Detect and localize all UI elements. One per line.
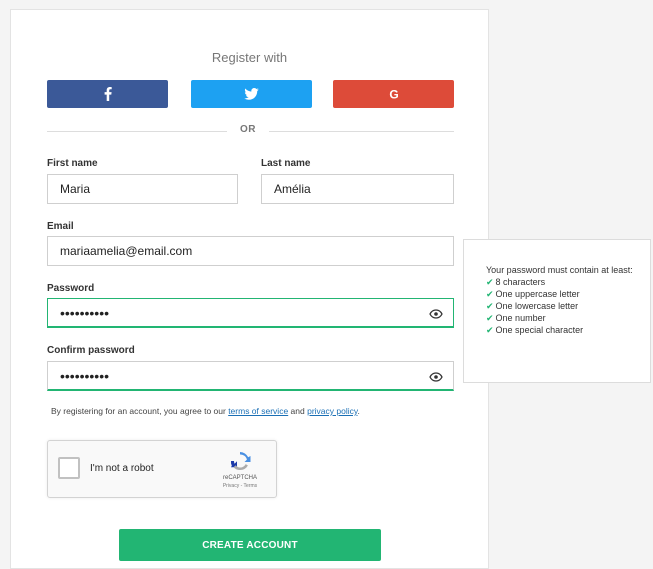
terms-and: and bbox=[288, 406, 308, 416]
email-label: Email bbox=[47, 221, 74, 232]
recaptcha-logo-icon bbox=[230, 452, 251, 471]
first-name-label: First name bbox=[47, 158, 98, 169]
list-item: ✔ One lowercase letter bbox=[486, 300, 650, 312]
password-requirements-tooltip: Your password must contain at least: ✔ 8 … bbox=[463, 239, 651, 383]
last-name-input[interactable] bbox=[261, 174, 454, 204]
svg-text:G: G bbox=[389, 88, 398, 100]
confirm-password-label: Confirm password bbox=[47, 345, 135, 356]
check-icon: ✔ bbox=[486, 325, 494, 335]
facebook-icon bbox=[104, 87, 112, 101]
terms-text: By registering for an account, you agree… bbox=[51, 406, 360, 416]
google-icon: G bbox=[389, 88, 398, 100]
password-input[interactable] bbox=[47, 298, 454, 328]
requirement-text: One lowercase letter bbox=[495, 301, 579, 311]
list-item: ✔ One special character bbox=[486, 324, 650, 336]
recaptcha-checkbox[interactable] bbox=[58, 457, 80, 479]
eye-icon[interactable] bbox=[429, 309, 443, 319]
recaptcha-label: I'm not a robot bbox=[90, 463, 154, 474]
divider-or: OR bbox=[240, 124, 256, 135]
recaptcha-privacy-terms[interactable]: Privacy - Terms bbox=[208, 483, 272, 489]
terms-prefix: By registering for an account, you agree… bbox=[51, 406, 229, 416]
requirement-text: One uppercase letter bbox=[495, 289, 580, 299]
divider-right bbox=[269, 131, 454, 132]
password-requirements-heading: Your password must contain at least: bbox=[486, 265, 633, 275]
requirement-text: 8 characters bbox=[495, 277, 546, 287]
requirement-text: One number bbox=[495, 313, 546, 323]
check-icon: ✔ bbox=[486, 289, 494, 299]
list-item: ✔ One number bbox=[486, 312, 650, 324]
first-name-input[interactable] bbox=[47, 174, 238, 204]
eye-icon[interactable] bbox=[429, 372, 443, 382]
privacy-policy-link[interactable]: privacy policy bbox=[307, 406, 357, 416]
twitter-button[interactable] bbox=[191, 80, 312, 108]
terms-of-service-link[interactable]: terms of service bbox=[228, 406, 288, 416]
check-icon: ✔ bbox=[486, 313, 494, 323]
google-button[interactable]: G bbox=[333, 80, 454, 108]
check-icon: ✔ bbox=[486, 277, 494, 287]
email-input[interactable] bbox=[47, 236, 454, 266]
terms-suffix: . bbox=[357, 406, 360, 416]
list-item: ✔ One uppercase letter bbox=[486, 288, 650, 300]
check-icon: ✔ bbox=[486, 301, 494, 311]
last-name-label: Last name bbox=[261, 158, 311, 169]
password-label: Password bbox=[47, 283, 95, 294]
divider-left bbox=[47, 131, 227, 132]
twitter-icon bbox=[244, 88, 259, 100]
requirement-text: One special character bbox=[495, 325, 584, 335]
recaptcha-widget: I'm not a robot reCAPTCHA Privacy - Term… bbox=[47, 440, 277, 498]
facebook-button[interactable] bbox=[47, 80, 168, 108]
register-title: Register with bbox=[211, 50, 288, 65]
register-card: Register with G OR First name Last name … bbox=[10, 9, 489, 569]
create-account-button[interactable]: CREATE ACCOUNT bbox=[119, 529, 381, 561]
list-item: ✔ 8 characters bbox=[486, 276, 650, 288]
confirm-password-input[interactable] bbox=[47, 361, 454, 391]
recaptcha-brand: reCAPTCHA bbox=[222, 475, 257, 481]
